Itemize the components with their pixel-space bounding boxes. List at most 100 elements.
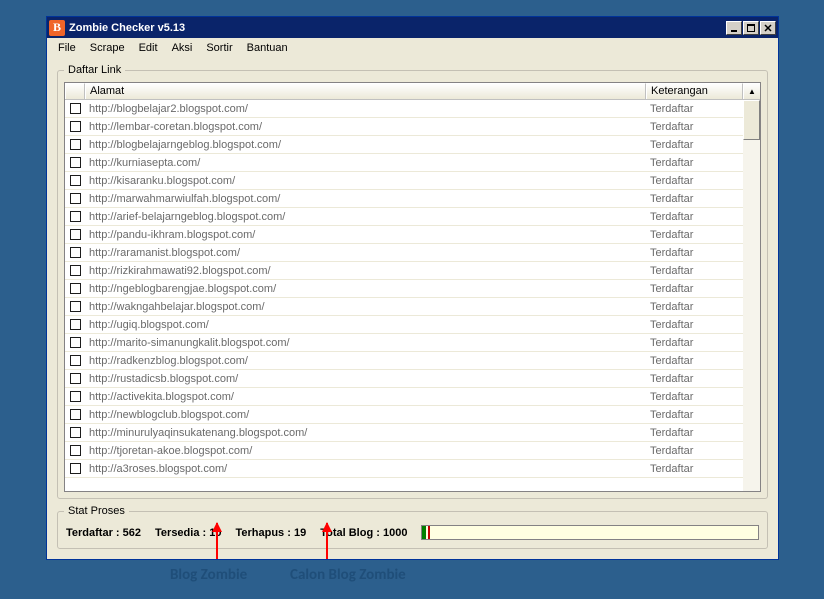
row-status: Terdaftar (646, 463, 743, 475)
table-row[interactable]: http://blogbelajarngeblog.blogspot.com/T… (65, 136, 743, 154)
checkbox[interactable] (70, 175, 81, 186)
table-row[interactable]: http://ugiq.blogspot.com/Terdaftar (65, 316, 743, 334)
checkbox[interactable] (70, 265, 81, 276)
daftar-link-legend: Daftar Link (64, 64, 125, 76)
checkbox[interactable] (70, 211, 81, 222)
checkbox[interactable] (70, 409, 81, 420)
checkbox[interactable] (70, 139, 81, 150)
menu-sortir[interactable]: Sortir (199, 40, 239, 56)
row-url: http://blogbelajarngeblog.blogspot.com/ (85, 139, 646, 151)
row-url: http://raramanist.blogspot.com/ (85, 247, 646, 259)
table-row[interactable]: http://lembar-coretan.blogspot.com/Terda… (65, 118, 743, 136)
close-button[interactable] (760, 21, 776, 35)
scrollbar-thumb[interactable] (743, 100, 760, 140)
title-bar[interactable]: B Zombie Checker v5.13 (47, 17, 778, 38)
column-alamat[interactable]: Alamat (85, 83, 646, 99)
row-checkbox-cell[interactable] (65, 265, 85, 276)
maximize-button[interactable] (743, 21, 759, 35)
table-row[interactable]: http://radkenzblog.blogspot.com/Terdafta… (65, 352, 743, 370)
row-status: Terdaftar (646, 175, 743, 187)
checkbox[interactable] (70, 373, 81, 384)
row-status: Terdaftar (646, 301, 743, 313)
checkbox[interactable] (70, 445, 81, 456)
row-status: Terdaftar (646, 139, 743, 151)
checkbox[interactable] (70, 193, 81, 204)
checkbox[interactable] (70, 463, 81, 474)
row-url: http://lembar-coretan.blogspot.com/ (85, 121, 646, 133)
row-url: http://arief-belajarngeblog.blogspot.com… (85, 211, 646, 223)
table-row[interactable]: http://ngeblogbarengjae.blogspot.com/Ter… (65, 280, 743, 298)
stat-terhapus: Terhapus : 19 (235, 527, 306, 539)
scroll-up-button[interactable]: ▲ (743, 83, 760, 99)
table-row[interactable]: http://a3roses.blogspot.com/Terdaftar (65, 460, 743, 478)
row-url: http://radkenzblog.blogspot.com/ (85, 355, 646, 367)
table-row[interactable]: http://activekita.blogspot.com/Terdaftar (65, 388, 743, 406)
row-url: http://kurniasepta.com/ (85, 157, 646, 169)
row-checkbox-cell[interactable] (65, 247, 85, 258)
table-row[interactable]: http://marito-simanungkalit.blogspot.com… (65, 334, 743, 352)
row-checkbox-cell[interactable] (65, 373, 85, 384)
row-checkbox-cell[interactable] (65, 355, 85, 366)
row-url: http://pandu-ikhram.blogspot.com/ (85, 229, 646, 241)
table-row[interactable]: http://tjoretan-akoe.blogspot.com/Terdaf… (65, 442, 743, 460)
menu-aksi[interactable]: Aksi (165, 40, 200, 56)
table-row[interactable]: http://kurniasepta.com/Terdaftar (65, 154, 743, 172)
row-checkbox-cell[interactable] (65, 193, 85, 204)
row-checkbox-cell[interactable] (65, 103, 85, 114)
row-checkbox-cell[interactable] (65, 337, 85, 348)
checkbox[interactable] (70, 157, 81, 168)
checkbox[interactable] (70, 103, 81, 114)
table-row[interactable]: http://wakngahbelajar.blogspot.com/Terda… (65, 298, 743, 316)
table-row[interactable]: http://rizkirahmawati92.blogspot.com/Ter… (65, 262, 743, 280)
checkbox[interactable] (70, 283, 81, 294)
menu-bantuan[interactable]: Bantuan (240, 40, 295, 56)
row-checkbox-cell[interactable] (65, 319, 85, 330)
table-row[interactable]: http://pandu-ikhram.blogspot.com/Terdaft… (65, 226, 743, 244)
table-row[interactable]: http://kisaranku.blogspot.com/Terdaftar (65, 172, 743, 190)
row-checkbox-cell[interactable] (65, 175, 85, 186)
menu-edit[interactable]: Edit (132, 40, 165, 56)
row-checkbox-cell[interactable] (65, 211, 85, 222)
checkbox[interactable] (70, 355, 81, 366)
menu-scrape[interactable]: Scrape (83, 40, 132, 56)
app-icon: B (49, 20, 65, 36)
status-bar: Terdaftar : 562 Tersedia : 10 Terhapus :… (64, 523, 761, 542)
checkbox[interactable] (70, 391, 81, 402)
row-checkbox-cell[interactable] (65, 445, 85, 456)
row-checkbox-cell[interactable] (65, 391, 85, 402)
stat-terdaftar: Terdaftar : 562 (66, 527, 141, 539)
checkbox[interactable] (70, 427, 81, 438)
checkbox[interactable] (70, 229, 81, 240)
table-row[interactable]: http://marwahmarwiulfah.blogspot.com/Ter… (65, 190, 743, 208)
row-checkbox-cell[interactable] (65, 409, 85, 420)
row-checkbox-cell[interactable] (65, 229, 85, 240)
row-checkbox-cell[interactable] (65, 301, 85, 312)
progress-bar (421, 525, 759, 540)
column-checkbox[interactable] (65, 83, 85, 99)
row-checkbox-cell[interactable] (65, 283, 85, 294)
row-status: Terdaftar (646, 121, 743, 133)
checkbox[interactable] (70, 337, 81, 348)
menu-file[interactable]: File (51, 40, 83, 56)
row-checkbox-cell[interactable] (65, 157, 85, 168)
scrollbar-track[interactable] (743, 100, 760, 491)
minimize-button[interactable] (726, 21, 742, 35)
checkbox[interactable] (70, 319, 81, 330)
table-row[interactable]: http://raramanist.blogspot.com/Terdaftar (65, 244, 743, 262)
vertical-scrollbar[interactable] (743, 100, 760, 491)
table-row[interactable]: http://rustadicsb.blogspot.com/Terdaftar (65, 370, 743, 388)
row-checkbox-cell[interactable] (65, 427, 85, 438)
link-table: Alamat Keterangan ▲ http://blogbelajar2.… (64, 82, 761, 492)
table-row[interactable]: http://newblogclub.blogspot.com/Terdafta… (65, 406, 743, 424)
checkbox[interactable] (70, 121, 81, 132)
row-checkbox-cell[interactable] (65, 121, 85, 132)
row-checkbox-cell[interactable] (65, 139, 85, 150)
column-keterangan[interactable]: Keterangan (646, 83, 743, 99)
checkbox[interactable] (70, 247, 81, 258)
checkbox[interactable] (70, 301, 81, 312)
row-status: Terdaftar (646, 355, 743, 367)
table-row[interactable]: http://minurulyaqinsukatenang.blogspot.c… (65, 424, 743, 442)
row-checkbox-cell[interactable] (65, 463, 85, 474)
table-row[interactable]: http://blogbelajar2.blogspot.com/Terdaft… (65, 100, 743, 118)
table-row[interactable]: http://arief-belajarngeblog.blogspot.com… (65, 208, 743, 226)
